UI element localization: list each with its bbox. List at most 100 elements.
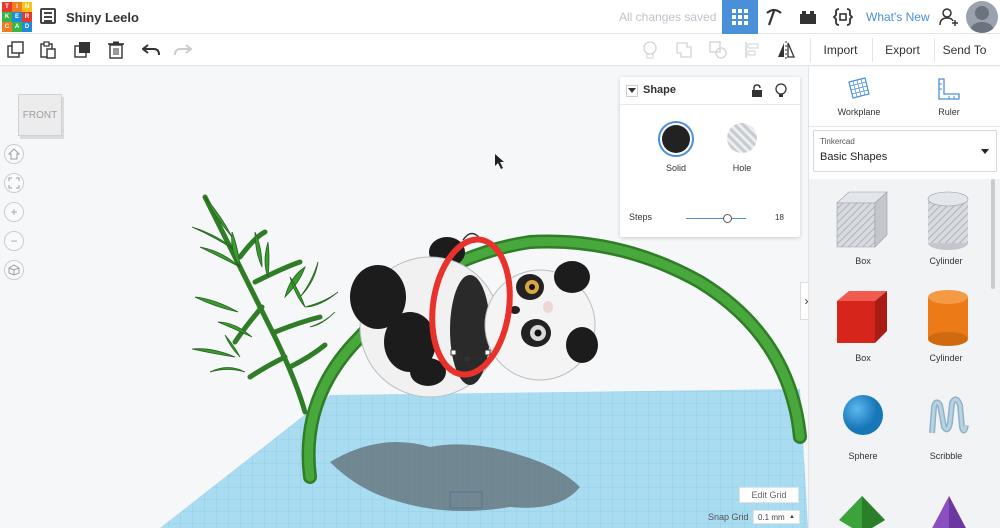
- export-button[interactable]: Export: [872, 38, 932, 62]
- solid-swatch: [662, 125, 690, 153]
- edit-toolbar: Import Export Send To: [0, 34, 1000, 66]
- codeblocks-view-button[interactable]: [825, 0, 861, 34]
- mirror-button[interactable]: [776, 40, 796, 60]
- copy-button[interactable]: [6, 40, 26, 60]
- cube-icon: [8, 264, 20, 276]
- design-title[interactable]: Shiny Leelo: [66, 10, 139, 25]
- library-source-label: Tinkercad: [820, 137, 855, 146]
- hide-shape-button[interactable]: [775, 83, 787, 104]
- grid-icon: [732, 9, 748, 25]
- bamboo-leaves: [191, 196, 339, 373]
- view-cube[interactable]: FRONT: [18, 94, 62, 136]
- shape-name-box-hole: Box: [855, 256, 871, 266]
- shape-inspector-panel: Shape Solid Hole Steps 18: [620, 77, 800, 237]
- delete-button[interactable]: [106, 40, 126, 60]
- align-button[interactable]: [743, 40, 763, 60]
- logo-letter: C: [2, 22, 12, 32]
- whats-new-link[interactable]: What's New: [866, 10, 930, 24]
- lock-button[interactable]: [751, 84, 763, 103]
- shape-cylinder-hole[interactable]: [926, 191, 970, 251]
- cylinder-hole-icon: [927, 191, 969, 250]
- zoom-out-button[interactable]: −: [4, 231, 24, 251]
- shape-box[interactable]: [835, 289, 889, 345]
- perspective-button[interactable]: [4, 260, 24, 280]
- shape-panel-header: Shape: [620, 77, 800, 105]
- trash-icon: [108, 41, 124, 59]
- edit-grid-button[interactable]: Edit Grid: [739, 487, 799, 503]
- shapes-scrollbar[interactable]: [991, 179, 995, 289]
- shape-name-cylinder-hole: Cylinder: [929, 256, 963, 266]
- bricks-view-button[interactable]: [790, 0, 826, 34]
- shape-roof[interactable]: [837, 494, 887, 528]
- mirror-icon: [778, 41, 795, 59]
- steps-label: Steps: [629, 212, 653, 222]
- brick-icon: [800, 11, 816, 24]
- fit-icon: [8, 177, 20, 189]
- shapes-sidebar: Workplane Ruler Tinkercad Basic Shapes B…: [808, 67, 1000, 528]
- steps-value: 18: [775, 213, 784, 222]
- ruler-icon: [938, 78, 960, 100]
- top-bar: TINKERCAD Shiny Leelo All changes saved …: [0, 0, 1000, 34]
- code-braces-icon: [833, 8, 853, 26]
- cylinder-icon: [928, 290, 968, 346]
- logo-letter: D: [22, 22, 32, 32]
- shapes-grid: Box Cylinder Box Cylinder Sphere Scribbl…: [809, 179, 1000, 528]
- shape-name-scribble: Scribble: [929, 451, 963, 461]
- undo-button[interactable]: [141, 40, 161, 60]
- sidebar-tools: Workplane Ruler: [809, 67, 1000, 127]
- toggle-visibility-button[interactable]: [640, 40, 660, 60]
- tinkercad-logo[interactable]: TINKERCAD: [2, 2, 32, 32]
- shape-box-hole[interactable]: [835, 189, 889, 251]
- hole-option[interactable]: [727, 123, 757, 153]
- home-icon: [8, 148, 20, 160]
- group-button[interactable]: [674, 40, 694, 60]
- 3d-design-view-button[interactable]: [722, 0, 758, 34]
- design-list-icon[interactable]: [40, 8, 56, 24]
- collapse-panel-button[interactable]: [626, 85, 638, 97]
- chevron-down-icon: [628, 88, 636, 93]
- snap-grid-value: 0.1 mm: [758, 512, 785, 522]
- steps-slider-thumb[interactable]: [723, 214, 732, 223]
- caret-up-icon: ▲: [789, 514, 795, 520]
- steps-slider[interactable]: [686, 218, 746, 219]
- logo-letter: K: [2, 12, 12, 22]
- solid-option[interactable]: [658, 121, 694, 157]
- redo-button[interactable]: [173, 40, 193, 60]
- snap-grid-select[interactable]: 0.1 mm ▲: [753, 510, 800, 524]
- save-status: All changes saved: [619, 10, 717, 24]
- lightbulb-icon: [643, 41, 657, 59]
- duplicate-button[interactable]: [73, 40, 93, 60]
- logo-letter: T: [2, 2, 12, 12]
- align-icon: [745, 42, 759, 58]
- shape-cone[interactable]: [927, 494, 971, 528]
- roof-icon: [839, 496, 885, 528]
- shape-scribble[interactable]: [926, 393, 970, 441]
- add-user-button[interactable]: [933, 0, 965, 34]
- paste-button[interactable]: [38, 40, 58, 60]
- duplicate-icon: [74, 42, 90, 58]
- cone-icon: [932, 496, 966, 528]
- workplane-button[interactable]: [847, 76, 871, 105]
- fit-view-button[interactable]: [4, 173, 24, 193]
- workplane-icon: [848, 77, 870, 99]
- shape-name-cylinder: Cylinder: [929, 353, 963, 363]
- solid-label: Solid: [665, 163, 686, 173]
- home-view-button[interactable]: [4, 144, 24, 164]
- library-category-value: Basic Shapes: [820, 151, 888, 163]
- copy-icon: [7, 41, 24, 58]
- 3d-viewport[interactable]: FRONT + − Shape Solid Hole Steps 18 Edit…: [0, 67, 808, 528]
- ruler-button[interactable]: [937, 77, 961, 106]
- logo-letter: I: [12, 2, 22, 12]
- user-avatar[interactable]: [966, 1, 998, 33]
- paste-icon: [40, 41, 56, 59]
- ungroup-button[interactable]: [708, 40, 728, 60]
- redo-icon: [174, 44, 192, 56]
- shape-sphere[interactable]: [841, 393, 885, 437]
- logo-letter: E: [12, 12, 22, 22]
- zoom-in-button[interactable]: +: [4, 202, 24, 222]
- send-to-button[interactable]: Send To: [934, 38, 994, 62]
- shape-cylinder[interactable]: [926, 289, 970, 347]
- shape-library-dropdown[interactable]: Tinkercad Basic Shapes: [813, 130, 997, 172]
- blocks-view-button[interactable]: [756, 0, 792, 34]
- import-button[interactable]: Import: [810, 38, 870, 62]
